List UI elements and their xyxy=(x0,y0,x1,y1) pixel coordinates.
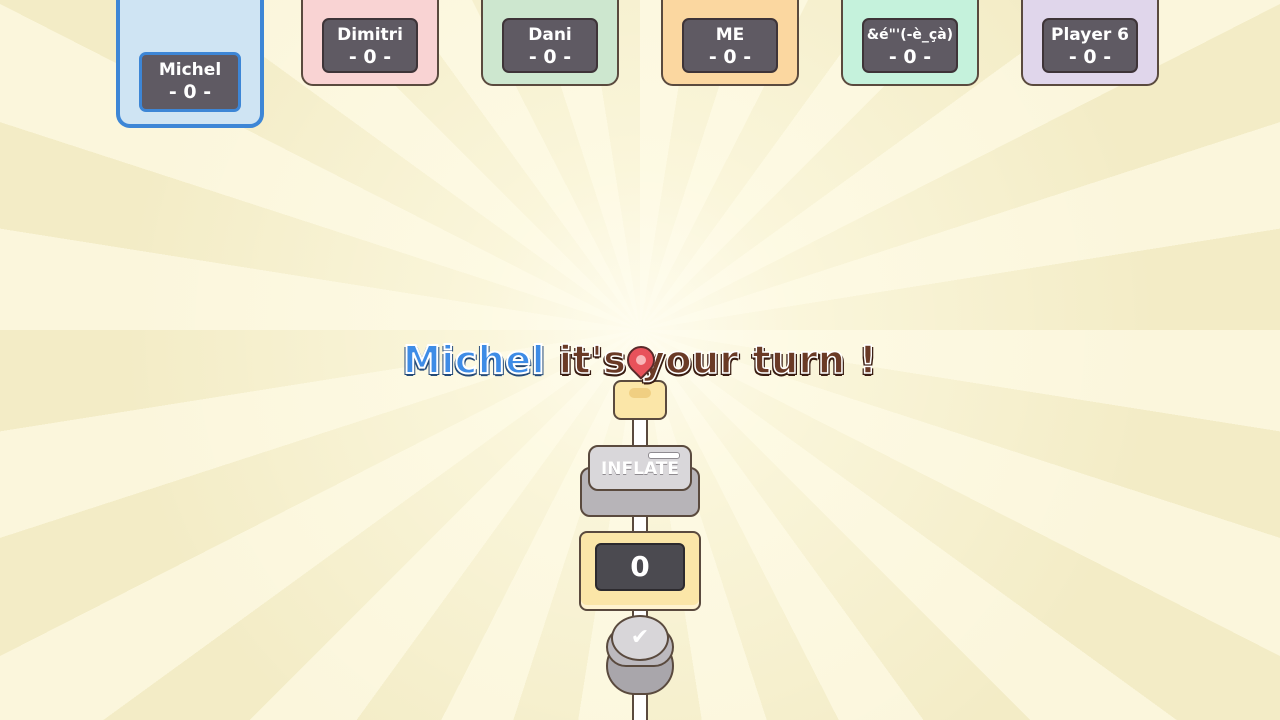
turn-player-name: Michel xyxy=(402,337,546,383)
player-name: Dimitri xyxy=(337,25,403,45)
player-namebox: Dimitri - 0 - xyxy=(322,18,418,73)
turn-message: it's your turn ! xyxy=(558,337,878,383)
player-name: &é"'(-è_çà) xyxy=(866,27,954,43)
player-namebox: ME - 0 - xyxy=(682,18,778,73)
player-cards: Michel - 0 - Dimitri - 0 - Dani - 0 - ME… xyxy=(0,0,1280,130)
player-namebox: Player 6 - 0 - xyxy=(1042,18,1138,73)
player-card-me: ME - 0 - xyxy=(661,0,799,86)
player-card-dimitri: Dimitri - 0 - xyxy=(301,0,439,86)
inflate-control: INFLATE xyxy=(580,445,700,517)
player-score: - 0 - xyxy=(888,46,932,68)
player-name: Michel xyxy=(158,60,222,80)
player-score: - 0 - xyxy=(528,46,572,68)
pin-holder xyxy=(613,380,667,420)
player-namebox: Dani - 0 - xyxy=(502,18,598,73)
player-score: - 0 - xyxy=(1068,46,1112,68)
player-namebox: &é"'(-è_çà) - 0 - xyxy=(862,18,958,73)
player-namebox: Michel - 0 - xyxy=(139,52,241,112)
checkmark-icon: ✔ xyxy=(630,625,650,650)
counter-display: 0 xyxy=(595,543,685,591)
player-card-symbols: &é"'(-è_çà) - 0 - xyxy=(841,0,979,86)
confirm-control: ✔ xyxy=(606,613,674,695)
player-score: - 0 - xyxy=(708,46,752,68)
player-score: - 0 - xyxy=(168,81,212,103)
player-card-player-6: Player 6 - 0 - xyxy=(1021,0,1159,86)
player-name: Dani xyxy=(528,25,572,45)
confirm-button[interactable]: ✔ xyxy=(611,615,669,661)
player-card-michel: Michel - 0 - xyxy=(116,0,264,128)
player-score: - 0 - xyxy=(348,46,392,68)
inflate-button[interactable]: INFLATE xyxy=(588,445,692,491)
player-name: Player 6 xyxy=(1051,25,1129,45)
player-card-dani: Dani - 0 - xyxy=(481,0,619,86)
inflate-counter: 0 xyxy=(579,531,701,611)
player-name: ME xyxy=(715,25,745,45)
